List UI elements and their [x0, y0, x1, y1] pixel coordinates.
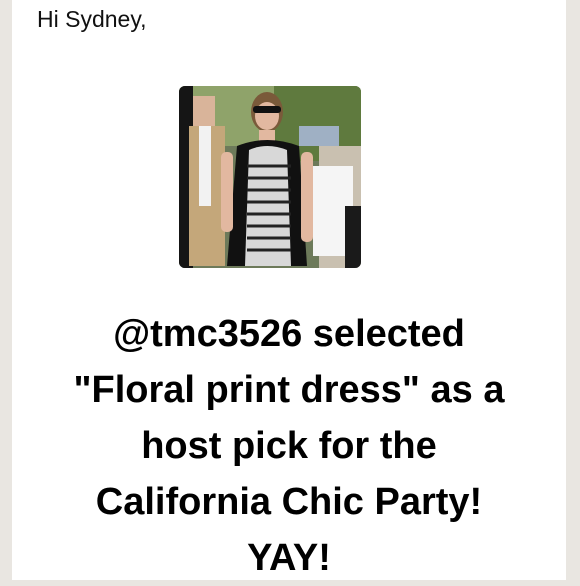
message-line: "Floral print dress" as a — [73, 369, 505, 411]
greeting-text: Hi Sydney, — [37, 6, 147, 32]
screen: Hi Sydney, @tmc3526 selected "Floral pri… — [0, 0, 580, 580]
message-line: California Chic Party! — [95, 481, 483, 523]
email-card: Hi Sydney, @tmc3526 selected "Floral pri… — [12, 0, 566, 580]
user-photo[interactable] — [179, 86, 361, 268]
notification-message: @tmc3526 selected "Floral print dress" a… — [12, 306, 566, 586]
message-line: YAY! — [247, 537, 331, 579]
photo-image — [179, 86, 361, 268]
message-line: host pick for the — [141, 425, 437, 467]
message-line: @tmc3526 selected — [113, 313, 465, 355]
